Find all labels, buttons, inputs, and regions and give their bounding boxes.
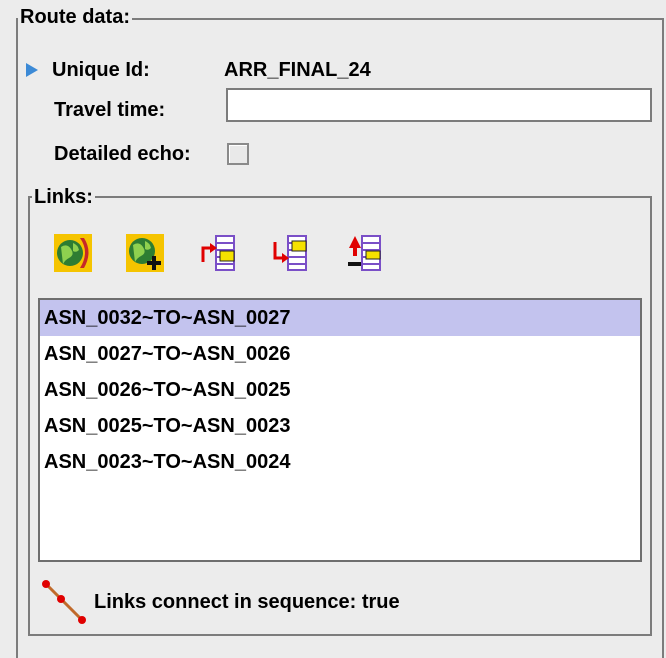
insert-before-icon [201,235,235,271]
insert-after-button[interactable] [272,234,310,272]
links-list[interactable]: ASN_0032~TO~ASN_0027 ASN_0027~TO~ASN_0026… [38,298,642,562]
row-pointer-icon [26,63,38,77]
travel-time-input[interactable] [226,88,652,122]
globe-remove-icon [54,234,92,272]
links-title: Links: [32,186,95,208]
insert-before-button[interactable] [200,234,238,272]
sequence-status: Links connect in sequence: true [40,578,400,626]
globe-remove-button[interactable] [54,234,92,272]
globe-add-icon [126,234,164,272]
detailed-echo-checkbox[interactable] [227,143,249,165]
sort-order-icon [348,235,381,271]
list-item[interactable]: ASN_0025~TO~ASN_0023 [40,408,640,444]
travel-time-label: Travel time: [54,99,166,121]
list-item[interactable]: ASN_0027~TO~ASN_0026 [40,336,640,372]
unique-id-label: Unique Id: [52,58,150,81]
unique-id-value: ARR_FINAL_24 [224,59,371,81]
route-data-title: Route data: [18,6,132,28]
detailed-echo-label: Detailed echo: [54,143,191,165]
globe-add-button[interactable] [126,234,164,272]
list-item[interactable]: ASN_0023~TO~ASN_0024 [40,444,640,480]
unique-id-row: Unique Id: [26,58,150,82]
sequence-status-text: Links connect in sequence: true [94,591,400,613]
list-item[interactable]: ASN_0026~TO~ASN_0025 [40,372,640,408]
insert-after-icon [273,235,307,271]
sequence-line-icon [42,580,86,624]
sort-order-button[interactable] [346,234,384,272]
route-data-panel: Route data: Unique Id: ARR_FINAL_24 Trav… [0,0,666,658]
list-item[interactable]: ASN_0032~TO~ASN_0027 [40,300,640,336]
